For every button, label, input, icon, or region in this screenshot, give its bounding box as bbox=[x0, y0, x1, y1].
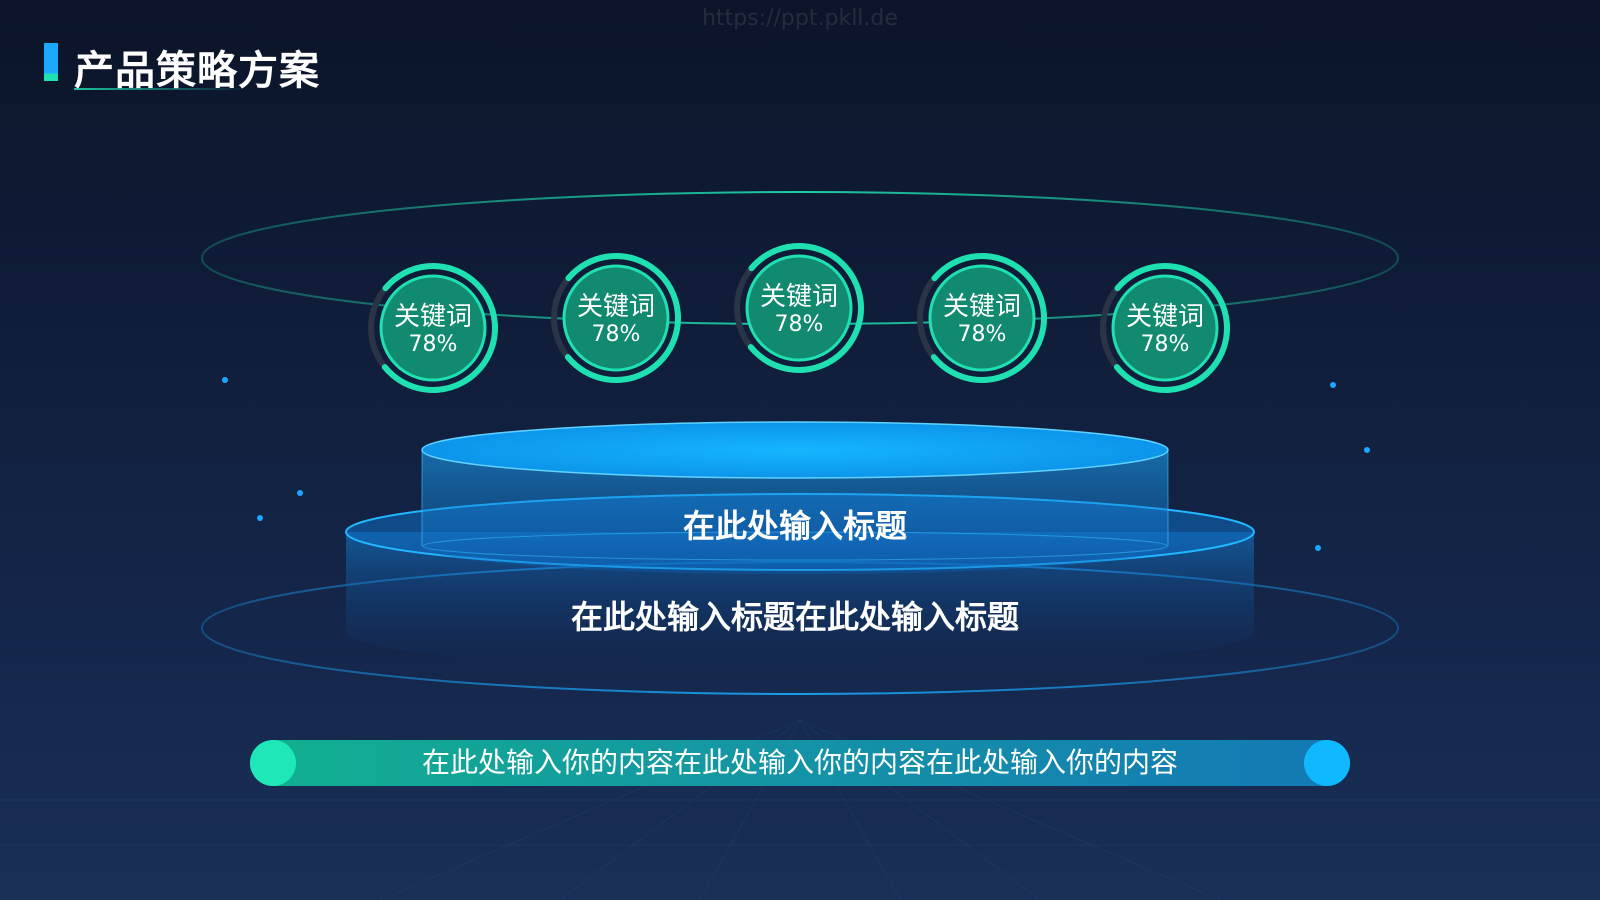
keyword-label: 关键词 bbox=[393, 302, 472, 332]
content-bar-left-dot bbox=[250, 740, 296, 786]
keyword-percent: 78% bbox=[408, 332, 458, 357]
keyword-badge-4: 关键词 78% bbox=[929, 294, 1035, 346]
top-platform bbox=[421, 421, 1169, 575]
keyword-label: 关键词 bbox=[942, 292, 1021, 322]
keyword-badge-3: 关键词 78% bbox=[746, 284, 852, 336]
platform-bottom-title: 在此处输入标题在此处输入标题 bbox=[570, 598, 1019, 636]
keyword-label: 关键词 bbox=[759, 282, 838, 312]
keyword-percent: 78% bbox=[591, 322, 641, 347]
keyword-percent: 78% bbox=[957, 322, 1007, 347]
content-bar-right-dot bbox=[1304, 740, 1350, 786]
content-bar-text: 在此处输入你的内容在此处输入你的内容在此处输入你的内容 bbox=[421, 746, 1178, 779]
keyword-label: 关键词 bbox=[1125, 302, 1204, 332]
keyword-badge-5: 关键词 78% bbox=[1112, 304, 1218, 356]
keyword-label: 关键词 bbox=[576, 292, 655, 322]
keyword-badge-2: 关键词 78% bbox=[563, 294, 669, 346]
keyword-percent: 78% bbox=[774, 312, 824, 337]
platform-top-title: 在此处输入标题 bbox=[682, 507, 907, 545]
keyword-percent: 78% bbox=[1140, 332, 1190, 357]
keyword-badge-1: 关键词 78% bbox=[380, 304, 486, 356]
slide: https://ppt.pkll.de 产品策略方案 关键词 78% 关键词 7… bbox=[0, 0, 1600, 900]
